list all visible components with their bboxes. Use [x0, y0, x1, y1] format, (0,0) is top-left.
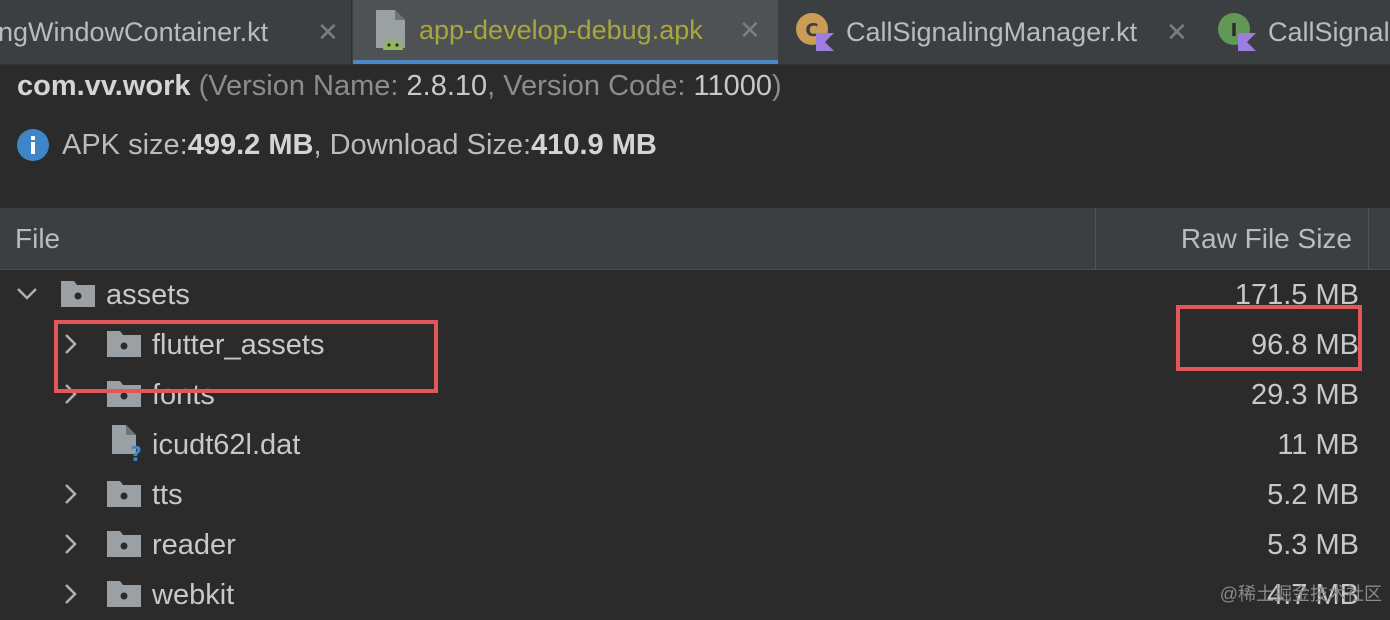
tab-label: app-develop-debug.apk: [419, 14, 703, 45]
tab-label: CallSignalingManager.kt: [846, 16, 1138, 47]
table-row[interactable]: ? icudt62l.dat 11 MB: [0, 420, 1390, 470]
row-size: 11 MB: [1277, 429, 1359, 461]
apk-file-icon: [376, 10, 405, 50]
folder-icon: [107, 531, 141, 557]
row-name: assets: [106, 279, 190, 311]
version-name: 2.8.10: [406, 70, 488, 102]
column-divider[interactable]: [1095, 208, 1096, 270]
package-name: com.vv.work: [17, 70, 191, 102]
chevron-down-icon[interactable]: [16, 283, 38, 305]
download-size-label: , Download Size:: [313, 128, 532, 161]
apk-size-value: 499.2 MB: [187, 128, 314, 161]
row-name: icudt62l.dat: [152, 429, 301, 461]
close-icon[interactable]: ✕: [1166, 17, 1188, 48]
watermark: @稀土掘金技术社区: [1219, 584, 1382, 604]
row-size: 29.3 MB: [1251, 379, 1359, 411]
close-icon[interactable]: ✕: [317, 17, 339, 48]
highlight-box-size: [1176, 305, 1362, 371]
file-table-header: File Raw File Size: [0, 208, 1390, 270]
row-size: 5.3 MB: [1267, 529, 1359, 561]
svg-text:?: ?: [130, 442, 142, 462]
column-header-raw-file-size[interactable]: Raw File Size: [1181, 223, 1352, 255]
editor-tab-bar: ingWindowContainer.kt ✕ app-develop-debu…: [0, 0, 1390, 65]
apk-package-info: com.vv.work (Version Name: 2.8.10, Versi…: [17, 70, 782, 103]
tab-call-signaling-manager[interactable]: C CallSignalingManager.kt ✕: [778, 0, 1198, 64]
row-name: tts: [152, 479, 183, 511]
row-name: reader: [152, 529, 236, 561]
info-icon: [17, 129, 49, 161]
highlight-box-flutter-assets: [54, 320, 438, 393]
row-size: 5.2 MB: [1267, 479, 1359, 511]
apk-size-label: APK size:: [62, 128, 188, 161]
kotlin-class-icon: C: [796, 13, 834, 51]
column-header-file[interactable]: File: [15, 223, 60, 255]
table-row[interactable]: reader 5.3 MB: [0, 520, 1390, 570]
version-code: 11000: [693, 70, 773, 102]
tab-call-signal[interactable]: I CallSignal: [1200, 0, 1390, 64]
chevron-right-icon[interactable]: [60, 583, 82, 605]
table-row[interactable]: tts 5.2 MB: [0, 470, 1390, 520]
chevron-right-icon[interactable]: [60, 533, 82, 555]
folder-icon: [107, 481, 141, 507]
download-size-value: 410.9 MB: [531, 128, 657, 161]
unknown-file-icon: ?: [112, 425, 142, 462]
tab-app-develop-debug-apk[interactable]: app-develop-debug.apk ✕: [353, 0, 778, 64]
apk-size-info: APK size: 499.2 MB, Download Size: 410.9…: [16, 128, 657, 162]
column-divider[interactable]: [1368, 208, 1369, 270]
close-paren: ): [772, 70, 782, 102]
folder-icon: [107, 581, 141, 607]
tab-label: CallSignal: [1268, 16, 1390, 47]
tab-label: ingWindowContainer.kt: [0, 16, 269, 47]
kotlin-interface-icon: I: [1218, 13, 1256, 51]
row-name: webkit: [152, 579, 235, 611]
folder-icon: [61, 281, 95, 307]
version-code-label: , Version Code:: [487, 70, 694, 102]
version-name-label: (Version Name:: [198, 70, 407, 102]
table-row[interactable]: webkit 4.7 MB: [0, 570, 1390, 620]
chevron-right-icon[interactable]: [60, 483, 82, 505]
svg-text:I: I: [1231, 20, 1238, 41]
tab-sharing-window-container[interactable]: ingWindowContainer.kt ✕: [0, 0, 352, 64]
close-icon[interactable]: ✕: [739, 15, 761, 46]
